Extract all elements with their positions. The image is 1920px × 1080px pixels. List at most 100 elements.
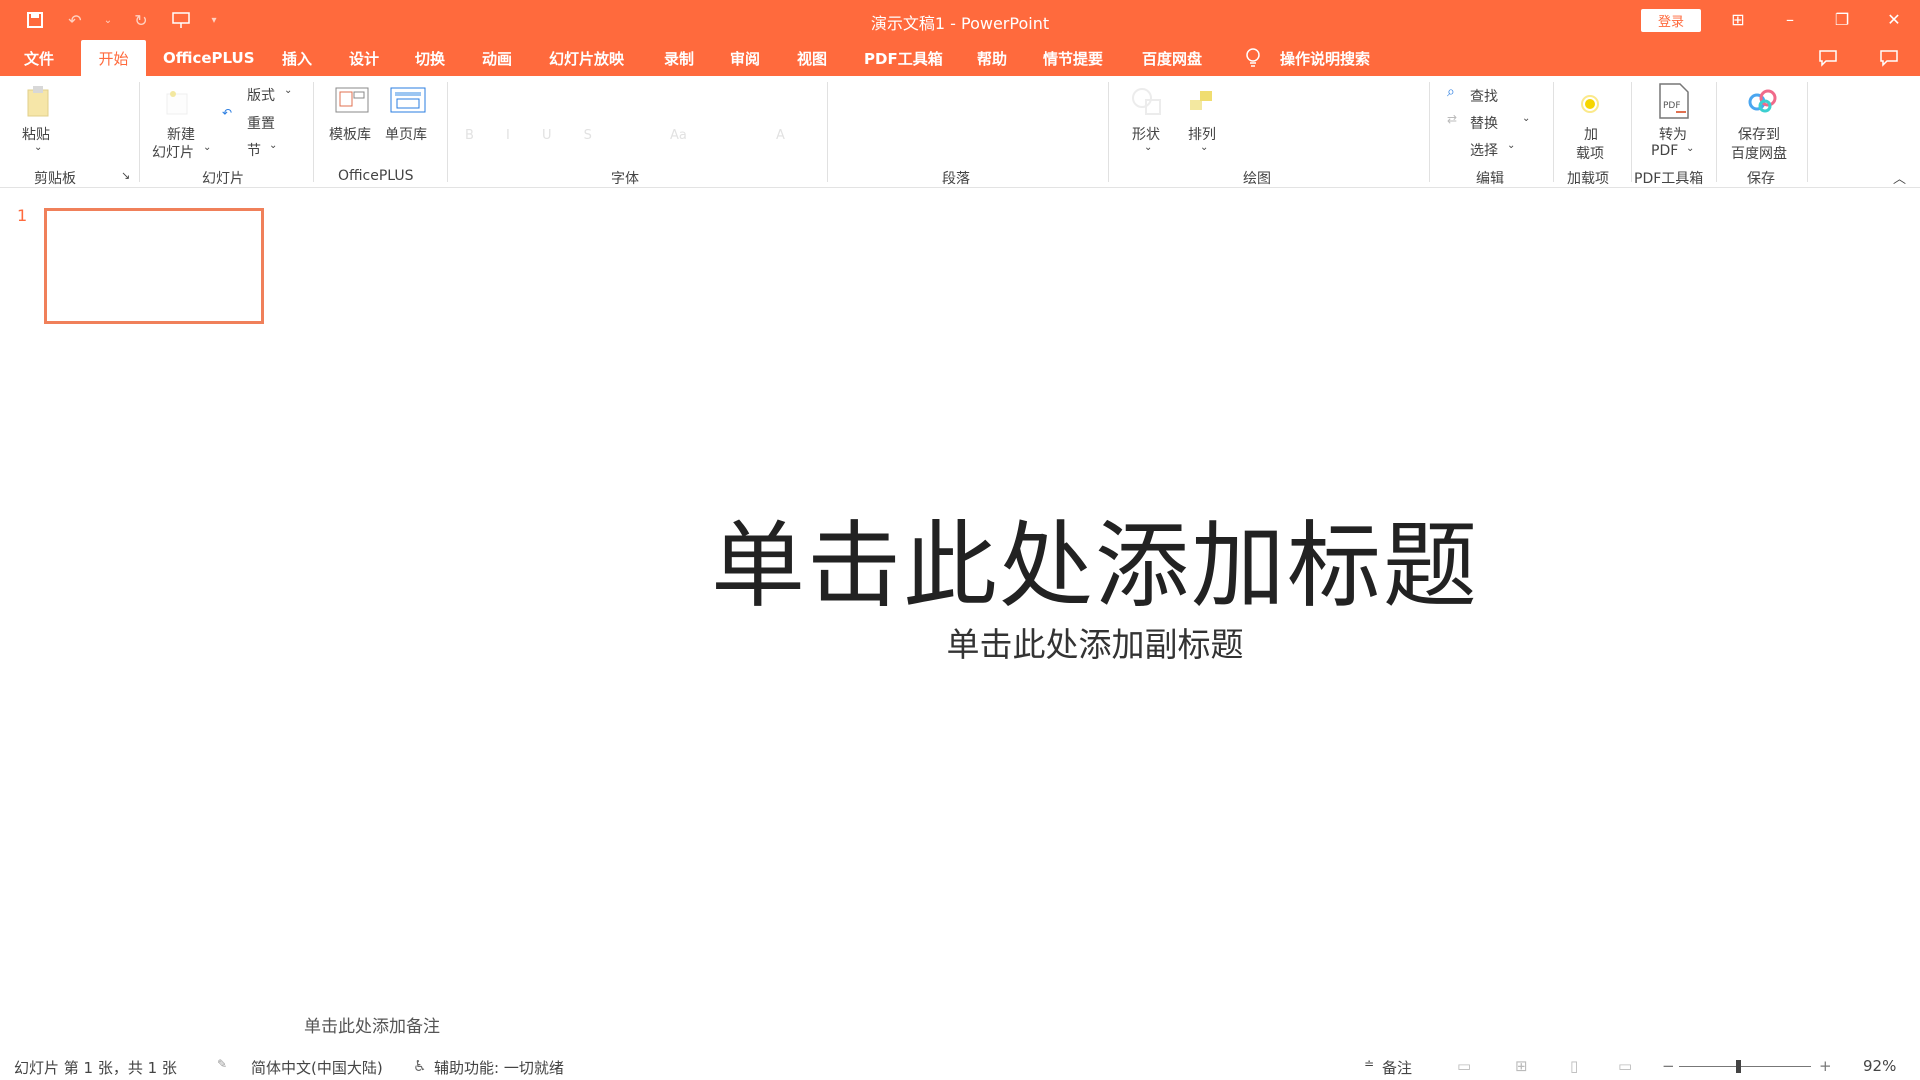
tab-storyboard[interactable]: 情节提要	[1043, 40, 1103, 76]
template-library-button[interactable]: 模板库	[329, 124, 371, 144]
separator	[1631, 82, 1632, 182]
new-slide-button[interactable]: 新建	[167, 124, 195, 144]
layout-button[interactable]: 版式	[247, 85, 275, 105]
share-icon[interactable]	[1876, 46, 1902, 70]
present-icon[interactable]	[168, 8, 194, 32]
ribbon-display-options-icon[interactable]: ⊞	[1716, 4, 1760, 34]
arrange-dropdown-icon[interactable]: ⌄	[1200, 142, 1208, 153]
accessibility-status[interactable]: 辅助功能: 一切就绪	[434, 1057, 564, 1078]
convert-pdf-dropdown-icon[interactable]: ⌄	[1686, 143, 1694, 154]
tab-file[interactable]: 文件	[24, 40, 54, 76]
title-placeholder[interactable]: 单击此处添加标题	[640, 490, 1550, 626]
template-library-icon[interactable]	[334, 86, 370, 120]
comments-icon[interactable]	[1815, 46, 1841, 70]
new-slide-dropdown-icon[interactable]: ⌄	[203, 142, 211, 153]
pdf-icon[interactable]: PDF	[1656, 82, 1692, 124]
zoom-in-icon[interactable]: +	[1819, 1057, 1832, 1075]
tab-animations[interactable]: 动画	[482, 40, 512, 76]
reset-icon: ↶	[222, 106, 233, 120]
slide-count-status: 幻灯片 第 1 张，共 1 张	[14, 1059, 177, 1077]
change-case-icon: Aa	[670, 128, 687, 143]
close-icon[interactable]: ✕	[1872, 4, 1916, 34]
group-save-label: 保存	[1747, 171, 1775, 187]
minimize-icon[interactable]: –	[1768, 4, 1812, 34]
convert-pdf-label[interactable]: PDF	[1651, 143, 1678, 159]
reading-view-icon[interactable]: ▯	[1570, 1057, 1578, 1075]
section-dropdown-icon[interactable]: ⌄	[269, 140, 277, 151]
reset-button[interactable]: 重置	[247, 113, 275, 133]
notes-placeholder[interactable]: 单击此处添加备注	[304, 1012, 440, 1037]
select-button[interactable]: 选择	[1470, 140, 1498, 160]
paste-dropdown-icon[interactable]: ⌄	[34, 142, 42, 153]
notes-toggle[interactable]: 备注	[1382, 1057, 1412, 1078]
slide-number: 1	[17, 206, 28, 225]
spell-check-icon[interactable]: ✎	[217, 1057, 227, 1071]
tab-help[interactable]: 帮助	[977, 40, 1007, 76]
baidu-netdisk-icon[interactable]	[1745, 86, 1781, 120]
subtitle-placeholder[interactable]: 单击此处添加副标题	[820, 618, 1370, 666]
addins-button[interactable]: 加	[1584, 124, 1598, 144]
single-page-library-icon[interactable]	[389, 86, 427, 120]
convert-pdf-button[interactable]: 转为	[1659, 124, 1687, 144]
group-clipboard-label: 剪贴板	[34, 171, 76, 187]
single-page-library-button[interactable]: 单页库	[385, 124, 427, 144]
status-bar: 幻灯片 第 1 张，共 1 张 ✎ 简体中文(中国大陆) ♿ 辅助功能: 一切就…	[0, 1052, 1920, 1080]
arrange-icon[interactable]	[1188, 88, 1218, 118]
dialog-launcher-icon[interactable]: ↘	[121, 169, 130, 182]
tab-officeplus[interactable]: OfficePLUS	[163, 40, 255, 76]
addins-icon[interactable]	[1580, 94, 1600, 118]
separator	[1553, 82, 1554, 182]
layout-dropdown-icon[interactable]: ⌄	[284, 85, 292, 96]
addins-button-label[interactable]: 载项	[1576, 143, 1604, 163]
save-to-netdisk-button[interactable]: 保存到	[1738, 124, 1780, 144]
replace-button[interactable]: 替换	[1470, 113, 1498, 133]
tab-record[interactable]: 录制	[664, 40, 694, 76]
slide-sorter-icon[interactable]: ⊞	[1515, 1057, 1528, 1075]
customize-qat-icon[interactable]: ▾	[208, 8, 220, 32]
group-editing-label: 编辑	[1476, 171, 1504, 187]
tab-home[interactable]: 开始	[81, 40, 146, 76]
redo-icon[interactable]: ↻	[128, 8, 154, 32]
normal-view-icon[interactable]: ▭	[1457, 1057, 1471, 1075]
collapse-ribbon-icon[interactable]: ︿	[1893, 168, 1906, 187]
tab-insert[interactable]: 插入	[282, 40, 312, 76]
undo-icon[interactable]: ↶	[62, 8, 88, 32]
tab-design[interactable]: 设计	[349, 40, 379, 76]
undo-dropdown-icon[interactable]: ⌄	[102, 8, 114, 32]
separator	[827, 82, 828, 182]
language-status[interactable]: 简体中文(中国大陆)	[251, 1057, 383, 1078]
tab-pdf-toolbox[interactable]: PDF工具箱	[864, 40, 943, 76]
zoom-out-icon[interactable]: −	[1662, 1057, 1675, 1075]
find-button[interactable]: 查找	[1470, 86, 1498, 106]
shapes-button[interactable]: 形状	[1132, 124, 1160, 144]
tab-transitions[interactable]: 切换	[415, 40, 445, 76]
save-to-netdisk-label[interactable]: 百度网盘	[1731, 143, 1787, 163]
tab-view[interactable]: 视图	[797, 40, 827, 76]
shapes-icon[interactable]	[1130, 86, 1166, 122]
slide-thumbnail[interactable]	[44, 208, 264, 324]
tab-baidu-netdisk[interactable]: 百度网盘	[1142, 40, 1202, 76]
zoom-slider[interactable]	[1679, 1066, 1811, 1067]
zoom-level[interactable]: 92%	[1863, 1057, 1896, 1075]
select-dropdown-icon[interactable]: ⌄	[1507, 140, 1515, 151]
shapes-dropdown-icon[interactable]: ⌄	[1144, 142, 1152, 153]
paste-icon[interactable]	[25, 84, 53, 122]
save-icon[interactable]	[22, 8, 48, 32]
new-slide-label[interactable]: 幻灯片	[152, 142, 194, 162]
tab-slideshow[interactable]: 幻灯片放映	[549, 40, 624, 76]
paste-button[interactable]: 粘贴	[22, 124, 50, 144]
replace-dropdown-icon[interactable]: ⌄	[1522, 113, 1530, 124]
slideshow-view-icon[interactable]: ▭	[1618, 1057, 1632, 1075]
separator	[447, 82, 448, 182]
arrange-button[interactable]: 排列	[1188, 124, 1216, 144]
restore-icon[interactable]: ❐	[1820, 4, 1864, 34]
font-color-icon: A	[776, 128, 785, 143]
section-button[interactable]: 节	[247, 140, 261, 160]
title-bar: ↶ ⌄ ↻ ▾ 演示文稿1 - PowerPoint 登录 ⊞ – ❐ ✕	[0, 0, 1920, 40]
separator	[139, 82, 140, 182]
new-slide-icon[interactable]	[165, 88, 191, 122]
login-button[interactable]: 登录	[1641, 9, 1701, 32]
zoom-slider-thumb[interactable]	[1736, 1060, 1741, 1073]
tell-me-search[interactable]: 操作说明搜索	[1280, 40, 1370, 76]
tab-review[interactable]: 审阅	[730, 40, 760, 76]
